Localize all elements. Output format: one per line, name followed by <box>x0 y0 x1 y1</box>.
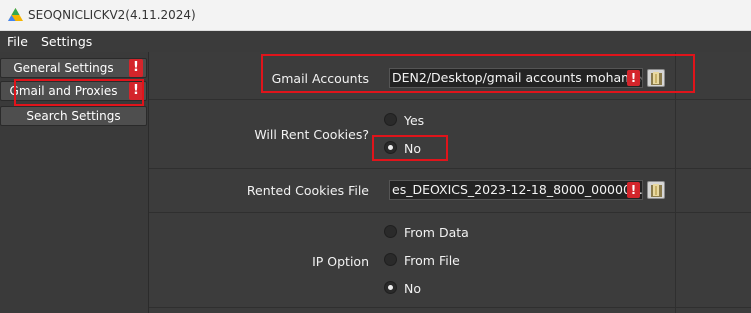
browse-rented-cookies-button[interactable] <box>647 181 665 199</box>
sidebar-item-general-settings[interactable]: General Settings ! <box>0 58 147 78</box>
rent-cookies-yes-radio[interactable] <box>384 113 397 126</box>
menu-settings[interactable]: Settings <box>41 34 92 49</box>
ip-option-from-file-radio[interactable] <box>384 253 397 266</box>
ip-option-no-label: No <box>404 281 421 296</box>
row-divider <box>149 99 751 100</box>
app-logo-icon <box>8 8 23 21</box>
gmail-accounts-path-field[interactable]: DEN2/Desktop/gmail accounts mohamed. ! <box>389 68 643 88</box>
menu-bar: File Settings <box>0 31 751 52</box>
rented-cookies-file-path-value: es_DEOXICS_2023-12-18_8000_000002. <box>392 182 643 197</box>
menu-file[interactable]: File <box>7 34 28 49</box>
sidebar-item-search-settings[interactable]: Search Settings <box>0 106 147 126</box>
warning-icon: ! <box>129 59 143 77</box>
sidebar-item-label: Gmail and Proxies <box>9 84 118 98</box>
will-rent-cookies-label: Will Rent Cookies? <box>254 127 369 142</box>
ip-option-from-data-radio[interactable] <box>384 225 397 238</box>
rented-cookies-file-label: Rented Cookies File <box>246 183 369 198</box>
browse-gmail-accounts-button[interactable] <box>647 69 665 87</box>
sidebar-item-gmail-and-proxies[interactable]: Gmail and Proxies ! <box>0 81 147 101</box>
gmail-accounts-path-value: DEN2/Desktop/gmail accounts mohamed. <box>392 70 643 85</box>
ip-option-label: IP Option <box>312 254 369 269</box>
warning-icon: ! <box>129 82 143 100</box>
row-divider <box>149 212 751 213</box>
ip-option-no-radio[interactable] <box>384 281 397 294</box>
sidebar: General Settings ! Gmail and Proxies ! S… <box>0 52 149 313</box>
rent-cookies-no-radio[interactable] <box>384 141 397 154</box>
folder-icon <box>651 72 662 85</box>
row-divider <box>149 168 751 169</box>
folder-icon <box>651 184 662 197</box>
ip-option-from-data-label: From Data <box>404 225 469 240</box>
gmail-accounts-label: Gmail Accounts <box>271 71 369 86</box>
warning-icon: ! <box>627 182 640 198</box>
row-divider <box>149 307 751 308</box>
ip-option-from-file-label: From File <box>404 253 460 268</box>
sidebar-item-label: Search Settings <box>26 109 121 123</box>
sidebar-item-label: General Settings <box>13 61 114 75</box>
column-divider <box>675 52 676 313</box>
warning-icon: ! <box>627 70 640 86</box>
title-bar: SEOQNICLICKV2(4.11.2024) <box>0 0 751 31</box>
rent-cookies-yes-label: Yes <box>404 113 425 128</box>
window-title: SEOQNICLICKV2(4.11.2024) <box>28 8 196 22</box>
rented-cookies-file-path-field[interactable]: es_DEOXICS_2023-12-18_8000_000002. ! <box>389 180 643 200</box>
rent-cookies-no-label: No <box>404 141 421 156</box>
